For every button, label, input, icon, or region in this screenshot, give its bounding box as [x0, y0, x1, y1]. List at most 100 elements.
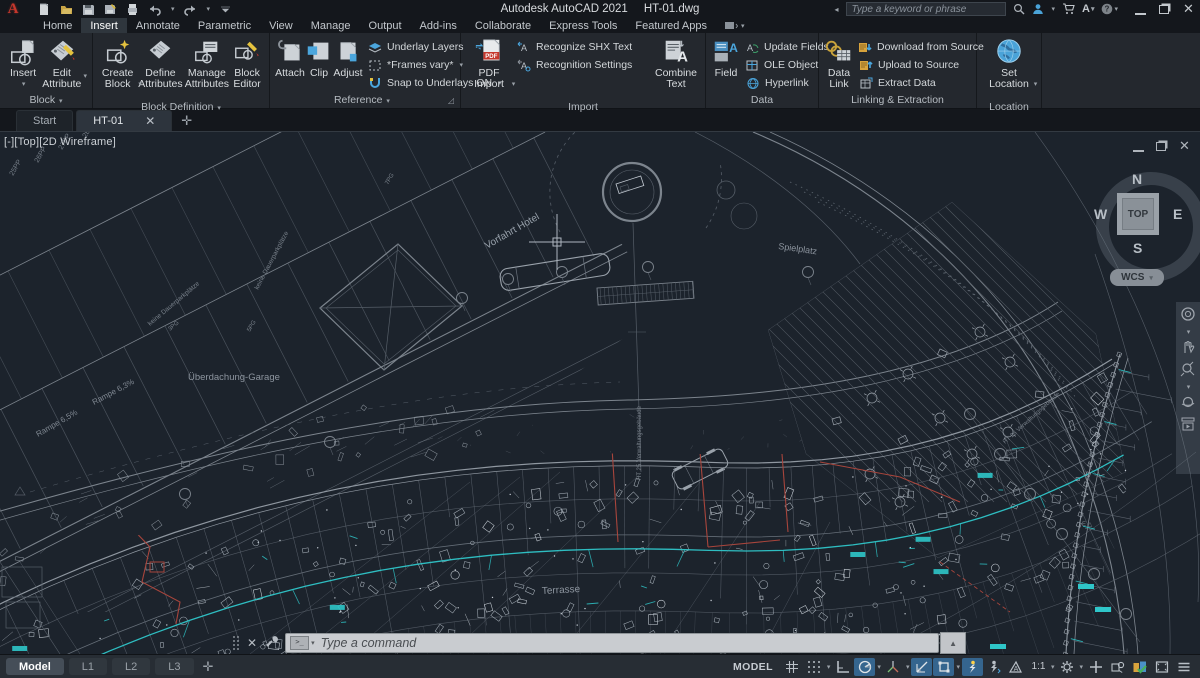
- file-tab-start[interactable]: Start: [16, 110, 73, 131]
- panel-title-data[interactable]: Data: [706, 94, 818, 108]
- ribbon-tab-annotate[interactable]: Annotate: [127, 18, 189, 33]
- autocad-logo-icon[interactable]: A: [0, 0, 26, 18]
- status-snap-icon[interactable]: [804, 658, 825, 676]
- extract-data-button[interactable]: Extract Data: [858, 74, 970, 92]
- app-store-icon[interactable]: A▾: [1082, 3, 1094, 15]
- status-iso-icon[interactable]: [883, 658, 904, 676]
- command-scroll-up[interactable]: ▲: [940, 632, 966, 654]
- wcs-button[interactable]: WCS▾: [1110, 269, 1164, 286]
- command-grip-handle[interactable]: [233, 636, 240, 651]
- status-annot-scale-icon[interactable]: A: [1006, 658, 1027, 676]
- command-line-bar[interactable]: ✕ >_ ▾ Type a command ▲: [233, 633, 966, 653]
- panel-title-linking[interactable]: Linking & Extraction: [819, 94, 976, 108]
- zoom-icon[interactable]: [1180, 361, 1196, 380]
- search-input[interactable]: Type a keyword or phrase: [846, 2, 1006, 16]
- create-block-button[interactable]: Create Block▾: [98, 35, 137, 101]
- status-iso-caret[interactable]: ▾: [905, 663, 911, 671]
- model-space-label[interactable]: MODEL: [733, 661, 773, 673]
- redo-dropdown-icon[interactable]: ▾: [207, 5, 211, 13]
- navigation-wheel-icon[interactable]: [1180, 306, 1196, 325]
- layout-tab-model[interactable]: Model: [6, 658, 64, 675]
- status-scale-value-caret[interactable]: ▾: [1050, 663, 1056, 671]
- status-otrack-icon[interactable]: [911, 658, 932, 676]
- ribbon-tab-collaborate[interactable]: Collaborate: [466, 18, 540, 33]
- recognition-settings-button[interactable]: A Recognition Settings: [516, 56, 650, 74]
- undo-dropdown-icon[interactable]: ▾: [171, 5, 175, 13]
- status-scale-value[interactable]: 1:1: [1028, 658, 1049, 676]
- undo-icon[interactable]: [148, 3, 161, 15]
- layout-tab-l3[interactable]: L3: [155, 658, 193, 675]
- viewcube-top-face[interactable]: TOP: [1117, 193, 1159, 235]
- status-clean-screen-icon[interactable]: [1151, 658, 1172, 676]
- open-file-icon[interactable]: [60, 3, 73, 15]
- search-icon[interactable]: [1013, 3, 1025, 15]
- dwg-drawing[interactable]: Überdachung-GarageRampe 6,3%Rampe 6,5%ke…: [0, 132, 1200, 654]
- file-tab-document[interactable]: HT-01✕: [76, 110, 172, 131]
- navigation-bar[interactable]: ▾▾: [1176, 302, 1200, 474]
- help-icon[interactable]: ? ▾: [1101, 3, 1118, 15]
- minimize-button[interactable]: [1135, 3, 1146, 15]
- status-grid-icon[interactable]: [782, 658, 803, 676]
- new-file-icon[interactable]: [38, 3, 51, 15]
- plot-icon[interactable]: [126, 3, 139, 15]
- status-ortho-icon[interactable]: [832, 658, 853, 676]
- status-plus-icon[interactable]: [1085, 658, 1106, 676]
- ribbon-display-caret-icon[interactable]: ▾: [741, 22, 745, 30]
- redo-icon[interactable]: [184, 3, 197, 15]
- pdf-import-button[interactable]: PDF PDF Import▾: [466, 35, 512, 101]
- panel-title-location[interactable]: Location: [977, 101, 1041, 114]
- hyperlink-button[interactable]: Hyperlink: [745, 74, 817, 92]
- pan-hand-icon[interactable]: [1180, 339, 1196, 358]
- status-workspace-gear-icon[interactable]: [1056, 658, 1077, 676]
- qat-customize-icon[interactable]: [219, 3, 232, 15]
- command-input[interactable]: >_ ▾ Type a command: [285, 633, 939, 653]
- new-tab-button[interactable]: ✛: [181, 113, 192, 131]
- adjust-button[interactable]: Adjust: [333, 35, 363, 79]
- viewport-controls[interactable]: [-][Top][2D Wireframe]: [4, 136, 116, 148]
- ole-object-button[interactable]: OLE Object: [745, 56, 817, 74]
- chevron-down-icon[interactable]: ▾: [1052, 5, 1056, 13]
- layout-tab-l2[interactable]: L2: [112, 658, 150, 675]
- block-editor-button[interactable]: Block Editor: [230, 35, 264, 90]
- data-link-button[interactable]: Data Link: [824, 35, 854, 90]
- cart-icon[interactable]: [1062, 3, 1075, 15]
- doc-restore-button[interactable]: [1156, 142, 1166, 151]
- panel-title-import[interactable]: Import: [461, 101, 705, 114]
- panel-title-reference[interactable]: Reference ▾◿: [270, 94, 460, 108]
- doc-minimize-button[interactable]: [1133, 140, 1144, 152]
- command-wrench-icon[interactable]: [265, 635, 278, 651]
- viewcube[interactable]: N W E S TOP: [1094, 170, 1182, 258]
- update-fields-button[interactable]: A Update Fields: [745, 38, 817, 56]
- status-snap-caret[interactable]: ▾: [826, 663, 832, 671]
- ribbon-tab-add-ins[interactable]: Add-ins: [411, 18, 466, 33]
- viewcube-west[interactable]: W: [1094, 206, 1107, 222]
- search-collapse-icon[interactable]: ◂: [834, 5, 838, 14]
- ribbon-tab-express-tools[interactable]: Express Tools: [540, 18, 626, 33]
- command-prompt-icon[interactable]: >_: [290, 636, 309, 650]
- manage-attributes-button[interactable]: Manage Attributes: [184, 35, 230, 90]
- navigation-wheel-icon-caret[interactable]: ▾: [1187, 328, 1191, 336]
- upload-to-source-button[interactable]: Upload to Source: [858, 56, 970, 74]
- orbit-icon[interactable]: [1180, 394, 1196, 413]
- status-customization-menu-icon[interactable]: [1173, 658, 1194, 676]
- ribbon-tab-parametric[interactable]: Parametric: [189, 18, 260, 33]
- edit-attribute-button[interactable]: Edit Attribute: [41, 35, 82, 90]
- status-polar-caret[interactable]: ▾: [876, 663, 882, 671]
- set-location-button[interactable]: Set Location▾: [984, 35, 1034, 101]
- panel-title-block[interactable]: Block ▾: [0, 94, 92, 108]
- save-as-icon[interactable]: [104, 3, 117, 15]
- status-annot-autoscale-icon[interactable]: [984, 658, 1005, 676]
- drawing-canvas[interactable]: Überdachung-GarageRampe 6,3%Rampe 6,5%ke…: [0, 131, 1200, 654]
- attach-button[interactable]: Attach: [275, 35, 305, 79]
- status-polar-icon[interactable]: [854, 658, 875, 676]
- ribbon-tab-output[interactable]: Output: [360, 18, 411, 33]
- ribbon-display-toggle-icon[interactable]: [724, 21, 738, 30]
- status-workspace-gear-caret[interactable]: ▾: [1078, 663, 1084, 671]
- save-icon[interactable]: [82, 3, 95, 15]
- combine-text-button[interactable]: A Combine Text: [652, 35, 700, 90]
- status-isolate-icon[interactable]: [1107, 658, 1128, 676]
- clip-button[interactable]: Clip: [305, 35, 333, 79]
- status-annot-visibility-icon[interactable]: [962, 658, 983, 676]
- new-layout-button[interactable]: ✛: [203, 659, 214, 675]
- ribbon-tab-view[interactable]: View: [260, 18, 302, 33]
